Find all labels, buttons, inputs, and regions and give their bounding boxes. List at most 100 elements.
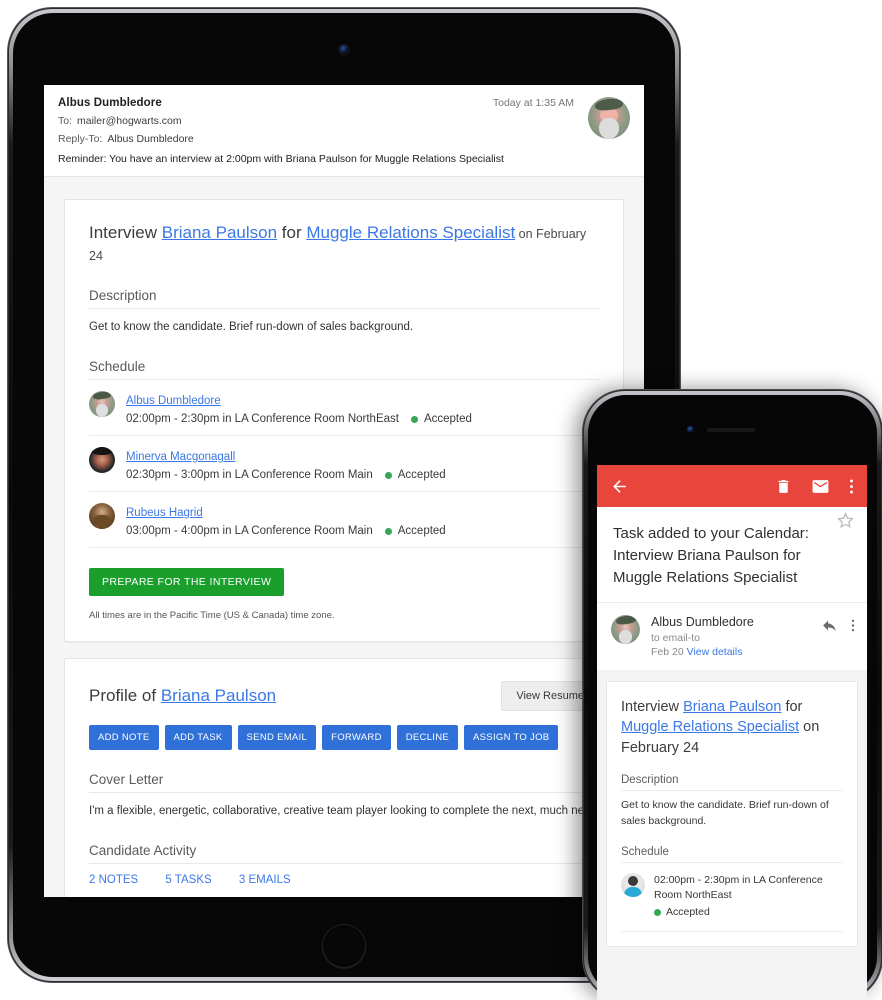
attendee-name-link[interactable]: Rubeus Hagrid xyxy=(126,507,203,519)
timezone-note: All times are in the Pacific Time (US & … xyxy=(89,610,335,621)
sender-meta: Albus Dumbledore to email-to Feb 20 View… xyxy=(651,615,754,658)
attendee-time: 02:30pm - 3:00pm in LA Conference Room M… xyxy=(126,469,373,481)
overflow-menu-icon[interactable] xyxy=(851,617,855,639)
phone-title-prefix: Interview xyxy=(621,698,684,715)
email-subject: Reminder: You have an interview at 2:00p… xyxy=(58,153,504,165)
phone-title-mid: for xyxy=(785,698,803,715)
phone-status-badge: Accepted xyxy=(666,906,710,919)
email-replyto-row: Reply-To: Albus Dumbledore xyxy=(58,133,630,145)
interview-card-title: Interview Briana Paulson for Muggle Rela… xyxy=(89,222,599,266)
overflow-menu-icon[interactable] xyxy=(849,477,854,496)
phone-card-title: Interview Briana Paulson for Muggle Rela… xyxy=(621,697,843,759)
interview-title-mid: for xyxy=(277,223,307,242)
phone-sender-name: Albus Dumbledore xyxy=(651,614,754,629)
email-body: Interview Briana Paulson for Muggle Rela… xyxy=(44,177,644,897)
emails-link[interactable]: 3 EMAILS xyxy=(239,874,291,886)
profile-card: Profile of Briana Paulson View Resume AD… xyxy=(64,658,624,897)
attendee-detail: 02:00pm - 2:30pm in LA Conference Room N… xyxy=(126,413,472,425)
profile-candidate-link[interactable]: Briana Paulson xyxy=(161,686,276,705)
attendee-detail: 02:30pm - 3:00pm in LA Conference Room M… xyxy=(126,469,446,481)
hagrid-avatar xyxy=(89,503,115,529)
interview-card: Interview Briana Paulson for Muggle Rela… xyxy=(64,199,624,642)
description-text: Get to know the candidate. Brief run-dow… xyxy=(89,321,414,334)
status-dot-icon xyxy=(384,471,392,479)
envelope-icon[interactable] xyxy=(811,477,830,496)
phone-attendee-detail: 02:00pm - 2:30pm in LA Conference Room N… xyxy=(654,873,843,921)
phone-email-body: Interview Briana Paulson for Muggle Rela… xyxy=(597,669,867,1000)
cover-letter-heading: Cover Letter xyxy=(89,772,599,793)
email-sender-name: Albus Dumbledore xyxy=(58,97,162,109)
assign-to-job-button[interactable]: ASSIGN TO JOB xyxy=(464,725,559,750)
tasks-link[interactable]: 5 TASKS xyxy=(165,874,211,886)
sender-avatar xyxy=(611,614,640,644)
description-heading: Description xyxy=(89,288,599,310)
phone-candidate-link[interactable]: Briana Paulson xyxy=(683,699,781,715)
trash-icon[interactable] xyxy=(775,478,792,495)
phone-speaker-grille xyxy=(707,428,755,432)
schedule-heading: Schedule xyxy=(89,359,599,380)
tablet-camera-icon xyxy=(339,45,349,54)
phone-screen: Task added to your Calendar: Interview B… xyxy=(597,465,867,1000)
phone-camera-icon xyxy=(687,426,694,433)
attendee-detail: 03:00pm - 4:00pm in LA Conference Room M… xyxy=(126,525,446,537)
attendee-avatar xyxy=(621,872,645,897)
tablet-home-button[interactable] xyxy=(322,924,366,968)
status-badge: Accepted xyxy=(423,413,472,425)
email-to-row: To: mailer@hogwarts.com xyxy=(58,115,630,127)
table-row: Albus Dumbledore 02:00pm - 2:30pm in LA … xyxy=(89,380,599,436)
phone-date-value: Feb 20 xyxy=(651,645,684,658)
phone-email-subject: Task added to your Calendar: Interview B… xyxy=(597,507,867,603)
list-item: 02:00pm - 2:30pm in LA Conference Room N… xyxy=(621,872,843,932)
email-replyto-label: Reply-To: xyxy=(58,133,103,145)
phone-schedule-heading: Schedule xyxy=(621,846,843,863)
notes-link[interactable]: 2 NOTES xyxy=(89,874,138,886)
dumbledore-avatar xyxy=(89,391,115,417)
profile-title-prefix: Profile of xyxy=(89,685,161,705)
attendee-time: 02:00pm - 2:30pm in LA Conference Room N… xyxy=(126,413,399,425)
phone-sender-date: Feb 20 View details xyxy=(651,646,754,658)
cover-letter-text: I'm a flexible, energetic, collaborative… xyxy=(89,805,599,817)
phone-attendee-time: 02:00pm - 2:30pm in LA Conference Room N… xyxy=(654,873,823,902)
reply-arrow-icon[interactable] xyxy=(821,617,838,639)
table-row: Rubeus Hagrid 03:00pm - 4:00pm in LA Con… xyxy=(89,492,599,548)
table-row: Minerva Macgonagall 02:30pm - 3:00pm in … xyxy=(89,436,599,492)
phone-device: Task added to your Calendar: Interview B… xyxy=(583,390,882,1000)
star-outline-icon[interactable] xyxy=(836,511,855,536)
candidate-link[interactable]: Briana Paulson xyxy=(162,223,277,242)
add-note-button[interactable]: ADD NOTE xyxy=(89,725,159,750)
phone-description-text: Get to know the candidate. Brief run-dow… xyxy=(621,799,829,828)
status-dot-icon xyxy=(384,527,392,535)
add-task-button[interactable]: ADD TASK xyxy=(164,725,232,750)
minerva-avatar xyxy=(89,447,115,473)
interview-title-prefix: Interview xyxy=(89,223,162,242)
phone-sender-to: to email-to xyxy=(651,631,701,644)
page-title: Profile of Briana Paulson xyxy=(89,685,276,707)
view-details-link[interactable]: View details xyxy=(687,646,743,658)
prepare-for-interview-button[interactable]: PREPARE FOR THE INTERVIEW xyxy=(89,568,285,596)
phone-description-heading: Description xyxy=(621,774,843,792)
status-dot-icon xyxy=(410,415,418,423)
profile-action-buttons: ADD NOTE ADD TASK SEND EMAIL FORWARD DEC… xyxy=(89,725,599,750)
job-link[interactable]: Muggle Relations Specialist xyxy=(306,223,515,242)
tablet-screen: Albus Dumbledore Today at 1:35 AM To: mai… xyxy=(44,85,644,897)
status-dot-icon xyxy=(654,909,661,917)
phone-job-link[interactable]: Muggle Relations Specialist xyxy=(621,719,799,735)
sender-avatar xyxy=(588,97,630,139)
email-header: Albus Dumbledore Today at 1:35 AM To: mai… xyxy=(44,85,644,177)
email-to-value: mailer@hogwarts.com xyxy=(77,115,182,127)
phone-sender-row: Albus Dumbledore to email-to Feb 20 View… xyxy=(597,603,867,670)
phone-sender-actions xyxy=(821,615,855,639)
back-arrow-icon[interactable] xyxy=(610,477,629,496)
attendee-name-link[interactable]: Minerva Macgonagall xyxy=(126,451,235,463)
phone-interview-card: Interview Briana Paulson for Muggle Rela… xyxy=(606,680,858,947)
phone-status: Accepted xyxy=(654,905,843,920)
screenshot-stage: Albus Dumbledore Today at 1:35 AM To: mai… xyxy=(0,0,882,1000)
email-to-label: To: xyxy=(58,115,73,127)
forward-button[interactable]: FORWARD xyxy=(322,725,391,750)
status-badge: Accepted xyxy=(397,525,446,537)
tablet-device: Albus Dumbledore Today at 1:35 AM To: mai… xyxy=(8,8,680,982)
attendee-name-link[interactable]: Albus Dumbledore xyxy=(126,395,221,407)
decline-button[interactable]: DECLINE xyxy=(396,725,459,750)
send-email-button[interactable]: SEND EMAIL xyxy=(237,725,317,750)
candidate-activity-links: 2 NOTES 5 TASKS 3 EMAILS xyxy=(89,874,599,886)
